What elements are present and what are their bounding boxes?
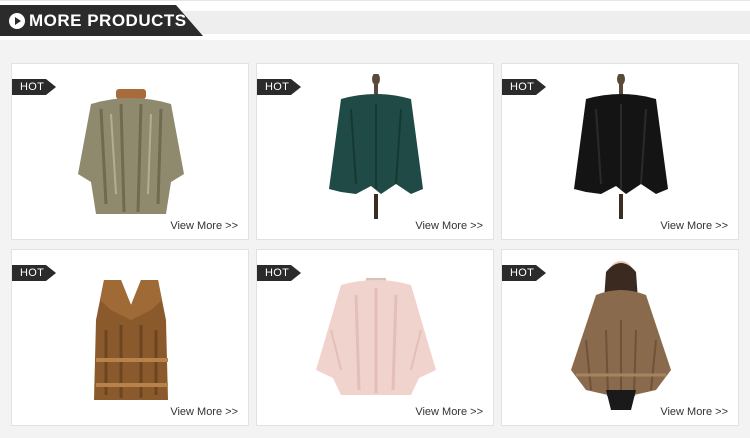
hot-badge: HOT	[502, 79, 546, 95]
fur-coat-natural-icon[interactable]	[66, 74, 196, 224]
knitted-fur-cardigan-black-icon[interactable]	[556, 74, 686, 224]
view-more-link[interactable]: View More >>	[660, 220, 728, 232]
play-circle-icon	[9, 12, 25, 29]
hot-badge: HOT	[12, 265, 56, 281]
product-card[interactable]: HOT View More >>	[11, 249, 249, 426]
product-card[interactable]: HOT View More >>	[501, 249, 739, 426]
fur-vest-brown-icon[interactable]	[66, 260, 196, 410]
fur-poncho-brown-icon[interactable]	[556, 260, 686, 410]
view-more-link[interactable]: View More >>	[170, 406, 238, 418]
header-tab: MORE PRODUCTS	[0, 5, 203, 36]
knitted-fur-cardigan-green-icon[interactable]	[311, 74, 441, 224]
view-more-link[interactable]: View More >>	[660, 406, 728, 418]
product-card[interactable]: HOT View More >>	[256, 63, 494, 240]
hot-badge: HOT	[12, 79, 56, 95]
view-more-link[interactable]: View More >>	[170, 220, 238, 232]
view-more-link[interactable]: View More >>	[415, 406, 483, 418]
top-divider	[0, 0, 750, 1]
hot-badge: HOT	[257, 79, 301, 95]
section-header: MORE PRODUCTS	[0, 5, 750, 36]
fur-jacket-pink-icon[interactable]	[311, 260, 441, 410]
hot-badge: HOT	[502, 265, 546, 281]
section-title: MORE PRODUCTS	[29, 10, 187, 30]
product-card[interactable]: HOT View More >>	[256, 249, 494, 426]
view-more-link[interactable]: View More >>	[415, 220, 483, 232]
hot-badge: HOT	[257, 265, 301, 281]
product-card[interactable]: HOT View More >>	[11, 63, 249, 240]
product-card[interactable]: HOT View More >>	[501, 63, 739, 240]
